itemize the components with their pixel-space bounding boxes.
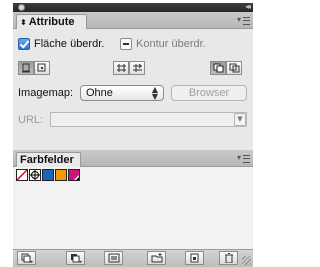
collapse-panels-icon[interactable]: ◂◂ xyxy=(245,2,251,11)
imagemap-label: Imagemap: xyxy=(18,87,74,99)
swatch-list xyxy=(16,167,216,183)
swatches-panel-menu-icon[interactable] xyxy=(237,153,250,163)
tab-attribute-label: Attribute xyxy=(28,16,75,28)
fill-overprint-checkbox[interactable] xyxy=(18,38,30,50)
swatch-libraries-menu-button[interactable] xyxy=(17,251,36,265)
none-slash-icon xyxy=(17,170,27,180)
fill-overprint-label: Fläche überdr. xyxy=(34,38,105,50)
path-direction-reverse-icon xyxy=(133,63,142,72)
even-odd-fill-icon xyxy=(229,63,240,73)
path-direction-icon xyxy=(117,64,126,72)
url-input[interactable] xyxy=(50,112,247,127)
stroke-overprint-checkbox[interactable] xyxy=(120,38,132,50)
panel-titlebar[interactable]: ◂◂ xyxy=(13,2,253,12)
even-odd-fill-rule-button[interactable] xyxy=(226,61,242,75)
new-swatch-button[interactable] xyxy=(185,251,204,265)
select-arrows-icon: ▲ ▼ xyxy=(151,85,158,101)
swatch-options-icon xyxy=(108,253,120,263)
url-label: URL: xyxy=(18,114,44,126)
registration-swatch[interactable] xyxy=(29,169,41,181)
tab-farbfelder[interactable]: Farbfelder xyxy=(16,152,81,167)
registration-mark-icon xyxy=(30,170,40,180)
swatches-tabstrip: Farbfelder xyxy=(13,150,253,167)
attribute-panel-content: Fläche überdr. Kontur überdr. Imagemap: … xyxy=(13,29,253,150)
nonprinting-toggle-button[interactable] xyxy=(18,61,34,75)
reverse-path-direction-off-button[interactable] xyxy=(113,61,129,75)
show-center-icon xyxy=(22,63,30,73)
url-dropdown-button[interactable]: ▼ xyxy=(234,113,246,126)
process-color-corner-icon xyxy=(74,175,79,180)
panel-window: ◂◂ ⬍Attribute Fläche überdr. Kontur über… xyxy=(13,2,253,267)
orange-swatch[interactable] xyxy=(55,169,67,181)
swatch-kinds-icon xyxy=(71,254,82,263)
panel-menu-icon[interactable] xyxy=(237,15,250,25)
blue-swatch[interactable] xyxy=(42,169,54,181)
swatch-kinds-menu-button[interactable] xyxy=(66,251,85,265)
swatches-bottom-toolbar xyxy=(13,249,253,267)
swatch-options-button[interactable] xyxy=(104,251,123,265)
none-swatch[interactable] xyxy=(16,169,28,181)
delete-swatch-button[interactable] xyxy=(219,251,238,265)
attribute-tabstrip: ⬍ Attribute xyxy=(13,12,253,29)
imagemap-select[interactable]: Ohne ▲ ▼ xyxy=(80,85,164,101)
resize-grip-icon[interactable] xyxy=(242,256,251,265)
browser-button[interactable]: Browser xyxy=(171,85,247,101)
magenta-swatch[interactable] xyxy=(68,169,80,181)
updown-arrows-icon: ⬍ xyxy=(20,18,27,27)
trash-icon xyxy=(225,253,233,263)
new-swatch-icon xyxy=(190,253,199,263)
new-color-group-icon xyxy=(151,253,163,263)
tab-attribute[interactable]: ⬍ Attribute xyxy=(16,14,87,29)
swatches-panel-content xyxy=(13,167,253,249)
center-point-icon xyxy=(37,63,46,72)
show-center-button[interactable] xyxy=(34,61,50,75)
reverse-path-direction-on-button[interactable] xyxy=(129,61,145,75)
tab-farbfelder-label: Farbfelder xyxy=(20,154,74,166)
nonzero-winding-rule-button[interactable] xyxy=(210,61,226,75)
new-color-group-button[interactable] xyxy=(147,251,166,265)
imagemap-select-value: Ohne xyxy=(86,87,113,99)
close-icon[interactable] xyxy=(18,4,25,11)
swatch-library-icon xyxy=(21,253,33,263)
stroke-overprint-label: Kontur überdr. xyxy=(136,38,206,50)
nonzero-winding-icon xyxy=(213,63,224,73)
